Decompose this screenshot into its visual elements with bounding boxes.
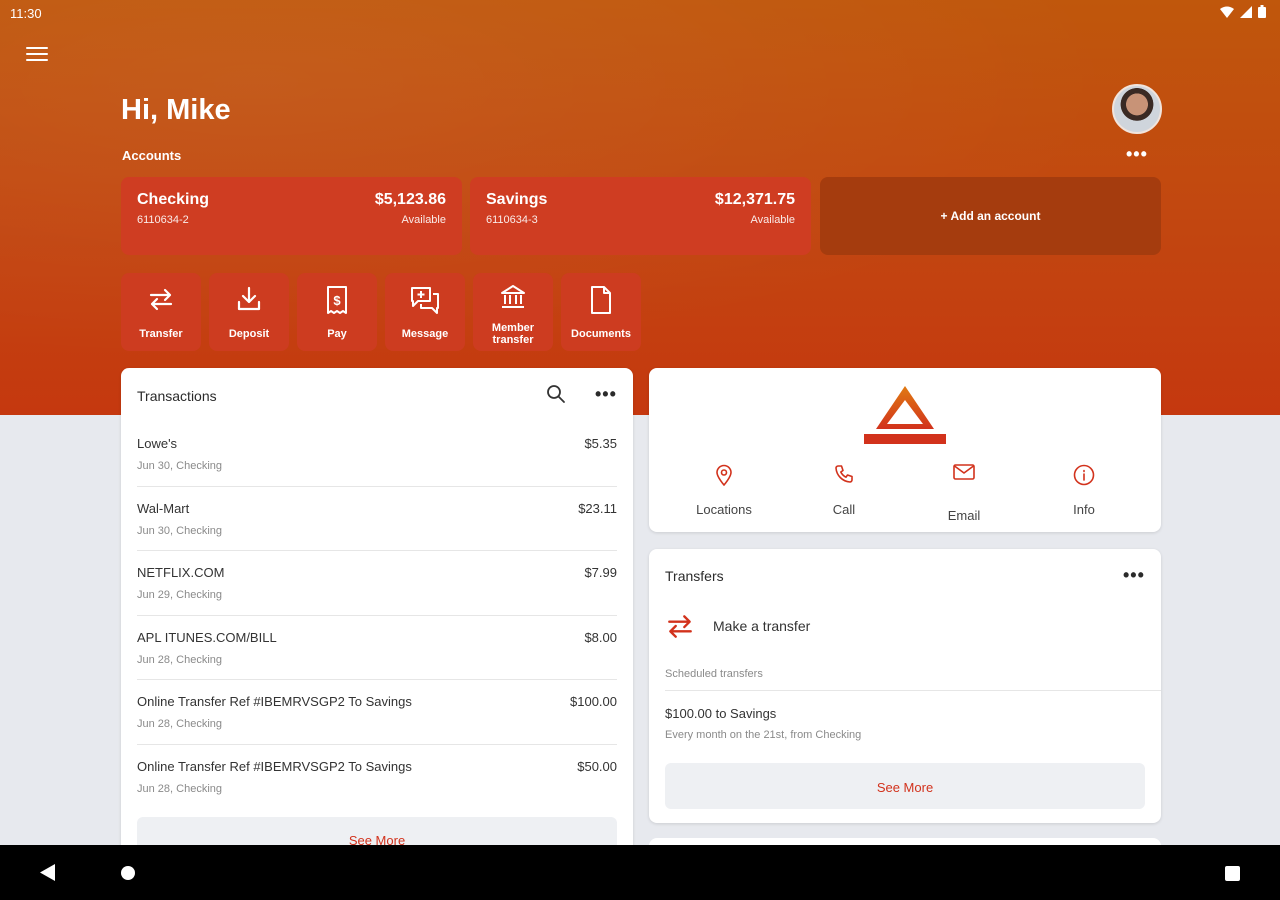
transfer-icon <box>668 615 692 638</box>
transaction-detail: Jun 28, Checking <box>137 782 222 795</box>
scheduled-transfer-item[interactable]: $100.00 to Savings <box>665 706 776 721</box>
recents-icon[interactable] <box>1225 866 1240 881</box>
action-label: Pay <box>327 328 347 340</box>
action-label: Documents <box>571 328 631 340</box>
transactions-list: Lowe's Jun 30, Checking $5.35 Wal-Mart J… <box>137 422 617 809</box>
location-pin-icon <box>716 464 732 486</box>
deposit-icon <box>237 286 261 311</box>
svg-text:$: $ <box>333 293 341 308</box>
transactions-card: Transactions ••• Lowe's Jun 30, Checking… <box>121 368 633 859</box>
action-label: Member transfer <box>491 322 535 346</box>
transaction-detail: Jun 30, Checking <box>137 524 222 537</box>
email-button[interactable]: Email <box>904 464 1024 523</box>
account-number: 6110634-3 <box>486 214 538 226</box>
transaction-amount: $100.00 <box>570 694 617 709</box>
institution-logo <box>862 384 948 451</box>
signal-icon <box>1240 5 1252 18</box>
documents-action-button[interactable]: Documents <box>561 273 641 351</box>
transaction-amount: $5.35 <box>584 436 617 451</box>
battery-icon <box>1258 5 1266 18</box>
scheduled-transfer-detail: Every month on the 21st, from Checking <box>665 729 862 741</box>
member-transfer-action-button[interactable]: Member transfer <box>473 273 553 351</box>
transaction-detail: Jun 28, Checking <box>137 718 222 730</box>
transaction-detail: Jun 28, Checking <box>137 653 222 666</box>
deposit-action-button[interactable]: Deposit <box>209 273 289 351</box>
transaction-row[interactable]: Online Transfer Ref #IBEMRVSGP2 To Savin… <box>137 745 617 810</box>
info-button[interactable]: Info <box>1024 464 1144 517</box>
bank-icon <box>501 285 525 308</box>
transfers-see-more-button[interactable]: See More <box>665 763 1145 809</box>
document-icon <box>591 286 611 314</box>
email-label: Email <box>947 508 981 523</box>
transaction-amount: $50.00 <box>577 758 617 774</box>
transaction-name: Wal-Mart <box>137 500 190 516</box>
call-label: Call <box>832 502 856 517</box>
transaction-name: APL ITUNES.COM/BILL <box>137 629 277 645</box>
system-nav-bar <box>0 845 1280 900</box>
transaction-row[interactable]: Wal-Mart Jun 30, Checking $23.11 <box>137 487 617 551</box>
transaction-amount: $7.99 <box>584 565 617 580</box>
back-icon[interactable] <box>40 864 56 886</box>
divider <box>665 690 1161 691</box>
home-icon[interactable] <box>121 866 135 880</box>
action-label: Transfer <box>139 328 183 340</box>
transaction-detail: Jun 29, Checking <box>137 589 222 601</box>
transfer-icon <box>149 288 173 311</box>
transaction-row[interactable]: NETFLIX.COM Jun 29, Checking $7.99 <box>137 551 617 616</box>
accounts-more-icon[interactable]: ••• <box>1126 144 1148 165</box>
phone-icon <box>835 465 853 483</box>
pay-icon: $ <box>327 286 347 314</box>
account-card-savings[interactable]: Savings 6110634-3 $12,371.75 Available <box>470 177 811 255</box>
account-card-checking[interactable]: Checking 6110634-2 $5,123.86 Available <box>121 177 462 255</box>
transactions-more-icon[interactable]: ••• <box>595 384 617 405</box>
locations-label: Locations <box>696 502 752 517</box>
call-button[interactable]: Call <box>784 464 904 517</box>
wifi-icon <box>1220 6 1234 18</box>
message-action-button[interactable]: Message <box>385 273 465 351</box>
greeting-title: Hi, Mike <box>121 94 231 126</box>
account-name: Checking <box>137 191 210 208</box>
transaction-name: Lowe's <box>137 436 178 451</box>
transaction-name: Online Transfer Ref #IBEMRVSGP2 To Savin… <box>137 758 412 774</box>
make-transfer-button[interactable]: Make a transfer <box>665 611 810 641</box>
message-icon <box>411 287 439 314</box>
transaction-row[interactable]: Online Transfer Ref #IBEMRVSGP2 To Savin… <box>137 680 617 745</box>
account-balance: $5,123.86 <box>374 191 446 208</box>
accounts-label: Accounts <box>122 148 182 163</box>
info-icon <box>1073 464 1095 486</box>
transfers-more-icon[interactable]: ••• <box>1123 565 1145 586</box>
transaction-detail: Jun 30, Checking <box>137 460 222 472</box>
search-icon[interactable] <box>546 384 566 409</box>
pay-action-button[interactable]: $ Pay <box>297 273 377 351</box>
transactions-title: Transactions <box>137 388 217 404</box>
menu-icon[interactable] <box>26 47 48 65</box>
transfer-action-button[interactable]: Transfer <box>121 273 201 351</box>
account-available-label: Available <box>401 214 446 226</box>
account-number: 6110634-2 <box>137 214 189 226</box>
avatar[interactable] <box>1112 84 1162 134</box>
add-account-button[interactable]: + Add an account <box>820 177 1161 255</box>
transfers-title: Transfers <box>665 568 724 584</box>
account-available-label: Available <box>750 214 795 226</box>
transaction-row[interactable]: APL ITUNES.COM/BILL Jun 28, Checking $8.… <box>137 616 617 680</box>
transaction-row[interactable]: Lowe's Jun 30, Checking $5.35 <box>137 422 617 487</box>
email-icon <box>953 464 975 480</box>
transaction-amount: $23.11 <box>578 500 617 516</box>
status-time: 11:30 <box>10 6 42 21</box>
account-balance: $12,371.75 <box>714 191 795 208</box>
scheduled-transfers-label: Scheduled transfers <box>665 668 763 680</box>
action-label: Message <box>401 328 449 340</box>
locations-button[interactable]: Locations <box>664 464 784 517</box>
info-label: Info <box>1073 502 1095 517</box>
account-name: Savings <box>486 191 548 208</box>
make-transfer-label: Make a transfer <box>713 618 811 634</box>
action-label: Deposit <box>228 328 270 340</box>
status-bar: 11:30 <box>0 0 1280 26</box>
transfers-card: Transfers ••• Make a transfer Scheduled … <box>649 549 1161 823</box>
institution-card: Locations Call Email Info <box>649 368 1161 532</box>
transaction-name: Online Transfer Ref #IBEMRVSGP2 To Savin… <box>137 694 412 709</box>
transaction-amount: $8.00 <box>584 629 617 645</box>
transaction-name: NETFLIX.COM <box>137 565 225 580</box>
status-icons <box>1220 5 1266 18</box>
